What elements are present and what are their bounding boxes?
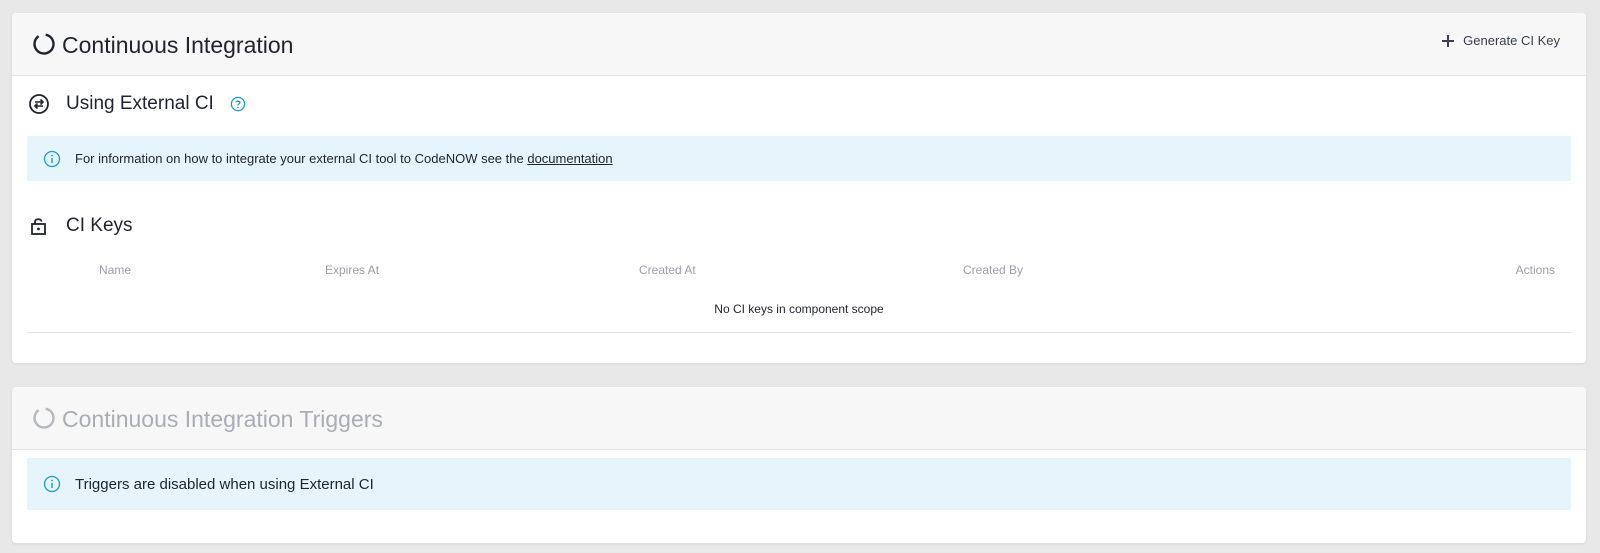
triggers-info-text: Triggers are disabled when using Externa… — [75, 475, 374, 493]
swap-arrows-icon — [29, 94, 49, 114]
column-header-created-at[interactable]: Created At — [639, 263, 696, 277]
external-ci-info-text: For information on how to integrate your… — [75, 151, 613, 166]
continuous-integration-card: Continuous Integration Generate CI Key U… — [12, 13, 1586, 363]
ci-keys-title: CI Keys — [66, 215, 133, 236]
ci-keys-heading: CI Keys — [28, 215, 133, 237]
external-ci-heading: Using External CI — [28, 93, 246, 115]
info-icon — [43, 150, 61, 167]
info-icon — [43, 475, 61, 493]
lock-icon — [31, 218, 46, 235]
card-header: Continuous Integration Triggers — [12, 387, 1586, 450]
circle-progress-icon — [33, 407, 55, 429]
triggers-info-box: Triggers are disabled when using Externa… — [27, 458, 1571, 510]
column-header-actions: Actions — [1515, 263, 1555, 277]
column-header-created-by[interactable]: Created By — [963, 263, 1023, 277]
help-icon[interactable] — [230, 96, 246, 112]
ci-keys-empty-row: No CI keys in component scope — [27, 298, 1571, 333]
column-header-name[interactable]: Name — [99, 263, 131, 277]
triggers-title: Continuous Integration Triggers — [62, 406, 383, 432]
column-header-expires-at[interactable]: Expires At — [325, 263, 379, 277]
info-text-body: For information on how to integrate your… — [75, 151, 528, 166]
circle-progress-icon — [33, 33, 55, 55]
external-ci-info-box: For information on how to integrate your… — [27, 136, 1571, 181]
page-title: Continuous Integration — [62, 32, 294, 58]
ci-triggers-card: Continuous Integration Triggers Triggers… — [12, 387, 1586, 543]
plus-icon — [1442, 34, 1455, 47]
ci-keys-table-header: Name Expires At Created At Created By Ac… — [27, 263, 1571, 283]
generate-ci-key-button[interactable]: Generate CI Key — [1441, 33, 1560, 48]
card-header: Continuous Integration Generate CI Key — [12, 13, 1586, 76]
documentation-link[interactable]: documentation — [527, 151, 612, 166]
generate-ci-key-label: Generate CI Key — [1463, 33, 1560, 48]
external-ci-title: Using External CI — [66, 93, 214, 114]
